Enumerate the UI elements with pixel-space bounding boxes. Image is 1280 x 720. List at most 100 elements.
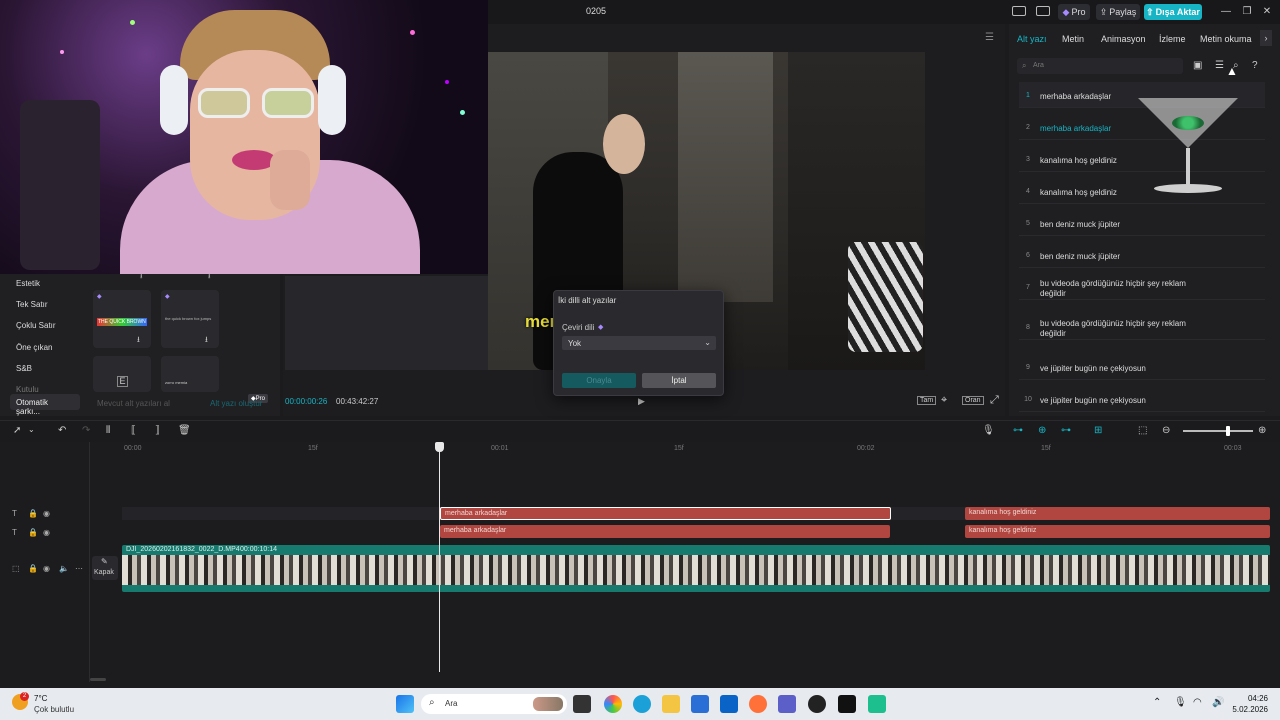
cancel-button[interactable]: İptal: [642, 373, 716, 388]
playhead-handle[interactable]: [435, 442, 444, 452]
confirm-button[interactable]: Onayla: [562, 373, 636, 388]
category-estetik[interactable]: Estetik: [16, 279, 40, 288]
split-icon[interactable]: ⫴: [106, 425, 110, 436]
microphone-icon[interactable]: 🎙: [982, 425, 995, 436]
ratio-button[interactable]: Oran: [962, 396, 984, 405]
lock-icon[interactable]: 🔒: [28, 528, 38, 537]
capcut-icon[interactable]: [838, 695, 856, 713]
edge-icon[interactable]: [633, 695, 651, 713]
category-tek-satir[interactable]: Tek Satır: [16, 300, 48, 309]
subtitle-text[interactable]: ve jüpiter bugün ne çekiyosun: [1040, 364, 1210, 374]
category-one-cikan[interactable]: Öne çıkan: [16, 343, 52, 352]
monitor-icon[interactable]: ⬚: [1138, 425, 1147, 436]
subtitle-text[interactable]: bu videoda gördüğünüz hiçbir şey reklam …: [1040, 319, 1210, 339]
firefox-icon[interactable]: [749, 695, 767, 713]
windows-start-icon[interactable]: [396, 695, 414, 713]
subtitle-search[interactable]: ⌕ Ara: [1017, 58, 1183, 74]
generate-subtitles-button[interactable]: Alt yazı oluştur: [210, 399, 262, 408]
split-left-icon[interactable]: ⟦: [131, 425, 136, 436]
template-thumb[interactable]: zorro memia: [161, 356, 219, 392]
image-icon[interactable]: ▣: [1193, 60, 1202, 71]
eye-icon[interactable]: ◉: [43, 564, 50, 573]
close-icon[interactable]: ✕: [1260, 5, 1274, 19]
outlook-icon[interactable]: [720, 695, 738, 713]
taskbar-search-input[interactable]: Ara: [445, 699, 457, 708]
split-right-icon[interactable]: ⟧: [155, 425, 160, 436]
eye-icon[interactable]: ◉: [43, 509, 50, 518]
copilot-icon[interactable]: [604, 695, 622, 713]
subtitle-text[interactable]: ben deniz muck jüpiter: [1040, 252, 1210, 262]
zoom-slider-handle[interactable]: [1226, 426, 1230, 436]
zoom-in-icon[interactable]: ⊕: [1258, 425, 1266, 436]
category-coklu-satir[interactable]: Çoklu Satır: [16, 321, 56, 330]
tab-text[interactable]: Metin: [1062, 34, 1084, 44]
category-sb[interactable]: S&B: [16, 364, 32, 373]
maximize-icon[interactable]: ❐: [1240, 5, 1254, 19]
pro-button[interactable]: ◆ Pro: [1058, 4, 1090, 20]
screenshot-icon[interactable]: ⌖: [941, 394, 947, 407]
teams-icon[interactable]: [778, 695, 796, 713]
link-icon[interactable]: ⊶: [1013, 425, 1023, 436]
eye-icon[interactable]: ◉: [43, 528, 50, 537]
tab-animation[interactable]: Animasyon: [1101, 34, 1146, 44]
chevron-down-icon[interactable]: ⌄: [28, 425, 35, 434]
redo-icon[interactable]: ↷: [82, 425, 90, 436]
microphone-icon[interactable]: 🎙: [1174, 697, 1187, 708]
delete-icon[interactable]: 🗑: [178, 425, 191, 436]
language-select[interactable]: Yok ⌄: [562, 336, 716, 350]
full-button[interactable]: Tam: [917, 396, 937, 405]
zoom-slider[interactable]: [1183, 430, 1253, 432]
speaker-icon[interactable]: 🔈: [59, 564, 69, 573]
list-icon[interactable]: ☰: [1215, 60, 1224, 71]
subtitle-clip[interactable]: kanalıma hoş geldiniz: [965, 525, 1270, 538]
magnet-icon[interactable]: ⊕: [1038, 425, 1046, 436]
volume-icon[interactable]: 🔊: [1212, 697, 1224, 708]
cover-button[interactable]: ✎ Kapak: [92, 556, 118, 580]
undo-icon[interactable]: ↶: [58, 425, 66, 436]
link-clips-icon[interactable]: ⊶: [1061, 425, 1071, 436]
subtitle-text[interactable]: ve jüpiter bugün ne çekiyosun: [1040, 396, 1210, 406]
download-icon[interactable]: ⭳: [205, 334, 208, 348]
more-icon[interactable]: ⋯: [75, 564, 83, 573]
subtitle-clip[interactable]: merhaba arkadaşlar: [440, 525, 890, 538]
lock-icon[interactable]: 🔒: [28, 564, 38, 573]
download-icon[interactable]: ⭳: [137, 334, 140, 348]
minimize-icon[interactable]: —: [1219, 5, 1233, 19]
chevron-right-icon[interactable]: ›: [1260, 30, 1272, 46]
lock-icon[interactable]: 🔒: [28, 509, 38, 518]
category-auto-lyrics[interactable]: Otomatik şarkı...: [10, 394, 80, 416]
preview-axis-icon[interactable]: ⊞: [1094, 425, 1102, 436]
zoom-out-icon[interactable]: ⊖: [1162, 425, 1170, 436]
share-button[interactable]: ⇪ Paylaş: [1096, 4, 1140, 20]
subtitle-text[interactable]: ben deniz muck jüpiter: [1040, 220, 1210, 230]
taskbar-search[interactable]: ⌕ Ara: [421, 694, 567, 714]
tab-tracking[interactable]: İzleme: [1159, 34, 1186, 44]
wifi-icon[interactable]: ◠: [1193, 697, 1202, 708]
help-icon[interactable]: ?: [1252, 60, 1258, 71]
subtitle-clip[interactable]: merhaba arkadaşlar: [440, 507, 891, 520]
template-thumb[interactable]: ◆ THE QUICK BROWN ⭳: [93, 290, 151, 348]
notes-icon[interactable]: [868, 695, 886, 713]
template-thumb[interactable]: ◆ the quick brown fox jumps ⭳: [161, 290, 219, 348]
existing-subs-checkbox[interactable]: Mevcut alt yazıları al: [97, 399, 170, 408]
export-button[interactable]: ⇧ Dışa Aktar: [1144, 4, 1202, 20]
file-explorer-icon[interactable]: [662, 695, 680, 713]
tab-text-to-speech[interactable]: Metin okuma: [1200, 34, 1252, 44]
layout-icon[interactable]: [1012, 6, 1026, 16]
category-kutulu[interactable]: Kutulu: [16, 385, 39, 394]
tab-subtitles[interactable]: Alt yazı: [1017, 34, 1047, 44]
store-icon[interactable]: [691, 695, 709, 713]
fullscreen-icon[interactable]: ⤢: [990, 394, 999, 407]
subtitle-text[interactable]: bu videoda gördüğünüz hiçbir şey reklam …: [1040, 279, 1210, 299]
subtitle-clip[interactable]: kanalıma hoş geldiniz: [965, 507, 1270, 520]
playhead[interactable]: [439, 442, 440, 672]
search-input[interactable]: Ara: [1033, 62, 1044, 69]
template-thumb[interactable]: E: [93, 356, 151, 392]
obs-icon[interactable]: [808, 695, 826, 713]
chevron-up-icon[interactable]: ⌃: [1153, 697, 1161, 708]
play-icon[interactable]: ▶: [638, 396, 645, 407]
menu-icon[interactable]: ☰: [985, 32, 994, 43]
horizontal-scrollbar[interactable]: [90, 678, 106, 681]
select-tool-icon[interactable]: ➚: [13, 425, 21, 436]
shortcut-icon[interactable]: [1036, 6, 1050, 16]
